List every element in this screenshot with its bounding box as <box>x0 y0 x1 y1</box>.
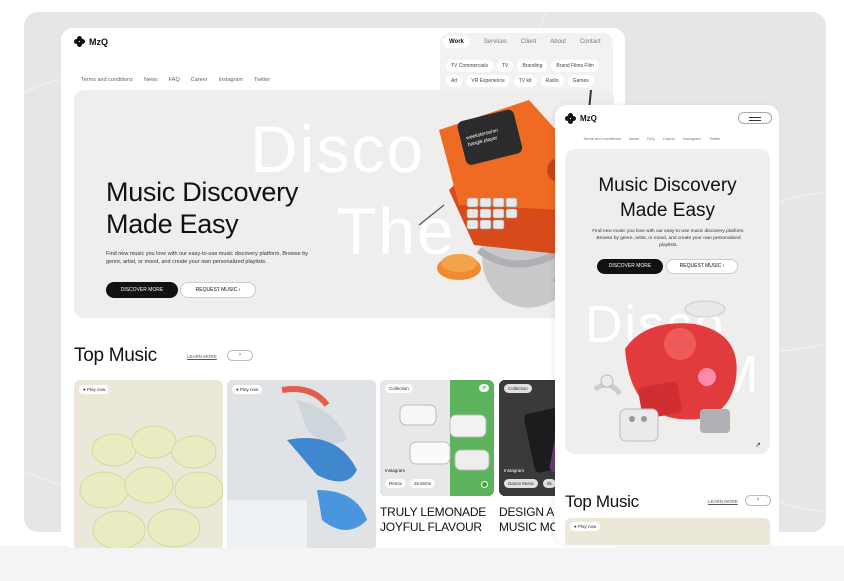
mobile-hero-description: Find new music you love with our easy-to… <box>592 229 745 248</box>
card-caption: DESIGN A <box>499 505 555 519</box>
discover-more-button[interactable]: DISCOVER MORE <box>597 259 663 274</box>
link-terms[interactable]: Terms and conditions <box>81 77 133 83</box>
blue-shapes-artwork <box>227 380 376 548</box>
brand-name: MzQ <box>89 36 108 47</box>
brand-name: MzQ <box>580 114 597 123</box>
card-caption: MUSIC MC <box>499 520 559 534</box>
hero-section: Disco The Music Discovery Made Easy Find… <box>74 90 614 318</box>
instagram-label: Instagram <box>385 468 406 473</box>
collection-card[interactable]: Collection ↗ Instagram Remix 26 items <box>380 380 494 496</box>
expand-arrow-icon[interactable]: ↗ <box>755 441 761 449</box>
link-terms[interactable]: Terms and conditions <box>583 136 621 141</box>
mobile-top-music-title: Top Music <box>565 492 639 511</box>
nav-about[interactable]: About <box>550 39 566 45</box>
request-music-label: REQUEST MUSIC <box>679 263 722 269</box>
hero-ghost-text: Disco <box>250 112 426 186</box>
mobile-music-card[interactable]: ● Play now <box>565 518 770 545</box>
remix-chip[interactable]: Remix <box>385 479 406 488</box>
play-now-tag[interactable]: ● Play now <box>570 522 601 531</box>
hero-title-line: Music Discovery <box>106 177 299 207</box>
nav-contact[interactable]: Contact <box>580 39 601 45</box>
top-music-title: Top Music <box>74 345 157 366</box>
bottom-strip <box>0 546 844 581</box>
link-news[interactable]: News <box>629 136 639 141</box>
hero-title-line: Music Discovery <box>598 175 737 196</box>
hero-title-line: Made Easy <box>106 209 239 239</box>
music-card[interactable]: ● Play now <box>74 380 223 548</box>
instagram-label: Instagram <box>504 468 525 473</box>
hamburger-menu-icon[interactable] <box>738 112 772 124</box>
desktop-page: MzQ Work Services Client About Contact T… <box>61 28 625 548</box>
learn-more-link[interactable]: LEARN MORE <box>187 354 217 359</box>
secondary-navigation: Terms and conditions News FAQ Career Ins… <box>81 77 270 83</box>
red-robot-illustration <box>593 300 737 442</box>
nav-work[interactable]: Work <box>443 36 470 48</box>
link-news[interactable]: News <box>144 77 158 83</box>
discover-more-button[interactable]: DISCOVER MORE <box>106 282 178 298</box>
mobile-page: MzQ Terms and conditions News FAQ Career… <box>555 105 779 545</box>
filter-tag[interactable]: Radio <box>540 75 564 87</box>
filter-tag[interactable]: Art <box>446 75 463 87</box>
learn-more-link[interactable]: LEARN MORE <box>708 499 738 504</box>
play-now-label: Play now <box>577 524 597 529</box>
filter-tag[interactable]: TV <box>496 60 514 72</box>
request-music-button[interactable]: REQUEST MUSIC › <box>666 259 738 274</box>
count-chip: 5k <box>543 479 556 488</box>
hero-title-line: Made Easy <box>619 200 716 221</box>
brand-logo[interactable]: MzQ <box>74 36 108 47</box>
next-arrow-button[interactable]: › <box>745 495 771 506</box>
open-card-arrow-icon[interactable]: ↗ <box>479 384 489 392</box>
filter-tag[interactable]: Branding <box>517 60 548 72</box>
play-now-label: Play now <box>239 387 259 392</box>
filter-tag[interactable]: TV Commercials <box>446 60 493 72</box>
link-career[interactable]: Career <box>663 136 675 141</box>
brand-logo[interactable]: MzQ <box>565 113 597 124</box>
link-instagram[interactable]: Instagram <box>683 136 701 141</box>
next-arrow-button[interactable]: › <box>227 350 253 361</box>
link-twitter[interactable]: Twitter <box>709 136 721 141</box>
link-faq[interactable]: FAQ <box>169 77 180 83</box>
filter-tag[interactable]: TV kit <box>513 75 537 87</box>
filter-tag[interactable]: VR Experience <box>466 75 510 87</box>
dance-music-chip[interactable]: Dance Music <box>504 479 539 488</box>
items-chip: 26 items <box>410 479 436 488</box>
mobile-secondary-navigation: Terms and conditions News FAQ Career Ins… <box>583 136 721 141</box>
link-faq[interactable]: FAQ <box>647 136 655 141</box>
collection-tag[interactable]: Collection <box>504 384 532 393</box>
play-now-tag[interactable]: ● Play now <box>232 385 263 394</box>
play-now-tag[interactable]: ● Play now <box>79 385 110 394</box>
filter-tag[interactable]: Brand Films Film <box>551 60 599 72</box>
link-twitter[interactable]: Twitter <box>254 77 270 83</box>
nav-services[interactable]: Services <box>484 39 507 45</box>
link-instagram[interactable]: Instagram <box>219 77 243 83</box>
status-dot <box>481 481 488 488</box>
music-card[interactable]: ● Play now <box>227 380 376 548</box>
filter-tag[interactable]: Games <box>567 75 594 87</box>
play-now-label: Play now <box>86 387 106 392</box>
cylinders-artwork <box>79 425 223 548</box>
card-caption: TRULY LEMONADE <box>380 505 487 519</box>
hero-description: Find new music you love with our easy-to… <box>106 251 309 265</box>
mobile-hero-section: Disco M Music Discovery Made Easy Find n… <box>565 149 770 454</box>
link-career[interactable]: Career <box>191 77 208 83</box>
logo-flower-icon <box>565 113 576 124</box>
card-caption: JOYFUL FLAVOUR <box>380 520 482 534</box>
request-music-label: REQUEST MUSIC <box>195 287 238 293</box>
request-music-button[interactable]: REQUEST MUSIC › <box>180 282 256 298</box>
nav-client[interactable]: Client <box>521 39 536 45</box>
mobile-hero-title: Music Discovery Made Easy <box>565 173 770 223</box>
hero-title: Music Discovery Made Easy <box>106 176 298 240</box>
logo-flower-icon <box>74 36 85 47</box>
collection-tag[interactable]: Collection <box>385 384 413 393</box>
